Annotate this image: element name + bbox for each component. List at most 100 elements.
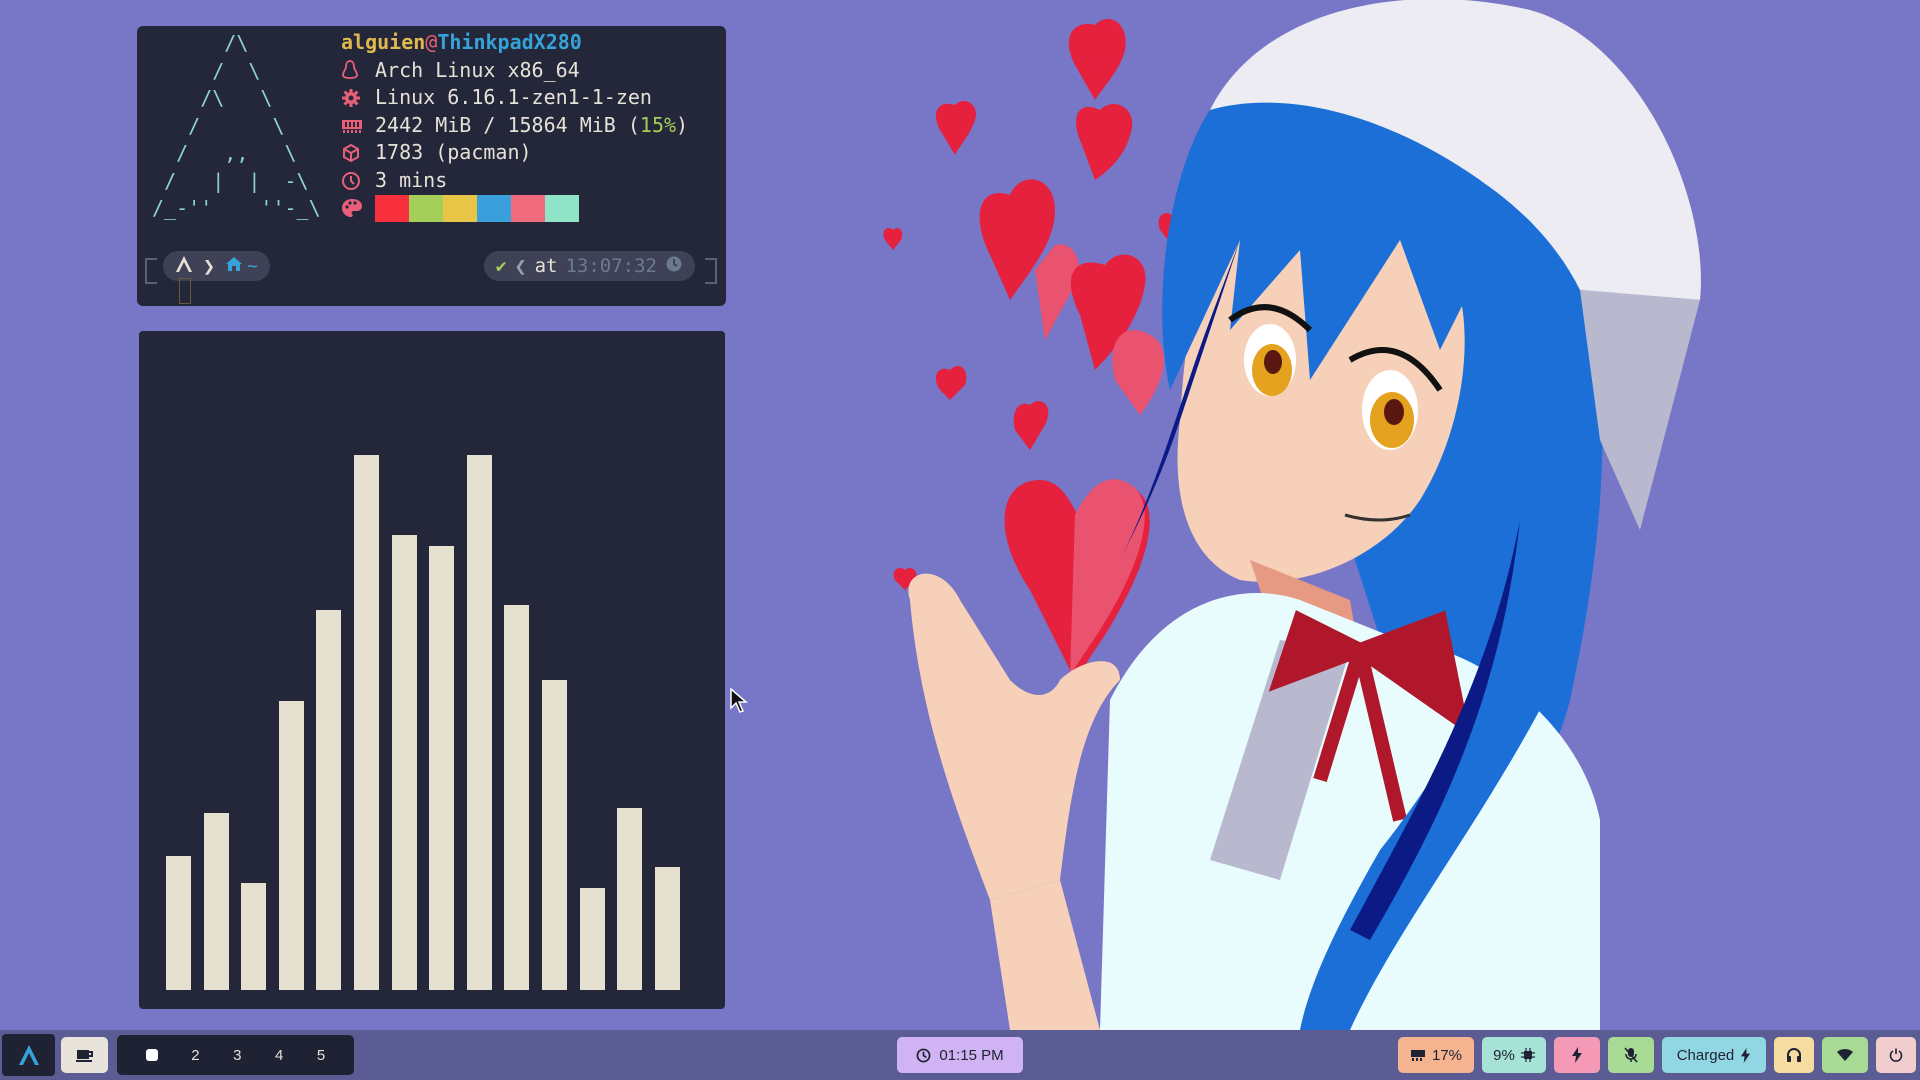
hostname: ThinkpadX280 [437, 30, 582, 54]
headphones-icon [1787, 1048, 1801, 1062]
visualizer-bar [654, 866, 680, 990]
visualizer-bar [241, 883, 267, 990]
palette-swatch [443, 194, 477, 222]
memory-module[interactable]: 17% [1398, 1037, 1474, 1073]
microphone-mute-button[interactable] [1608, 1037, 1654, 1073]
uptime-line: 3 mins [341, 167, 688, 195]
workspace-5[interactable]: 5 [317, 1047, 325, 1064]
clock-icon [341, 171, 375, 191]
visualizer-bar [579, 888, 605, 990]
clock-icon [665, 255, 683, 278]
gear-icon [341, 88, 375, 108]
visualizer-bar [617, 808, 643, 990]
visualizer-bar [542, 679, 567, 990]
fastfetch-terminal[interactable]: /\ / \ /\ \ / \ / ,, \ / | | -\ /_-'' ''… [137, 26, 726, 306]
prompt-at-label: at [534, 255, 558, 277]
home-icon [225, 256, 243, 277]
workspace-4[interactable]: 4 [275, 1047, 283, 1064]
mouse-pointer [730, 688, 748, 713]
memory-chip-icon [1410, 1050, 1425, 1061]
workspace-switcher: 2 3 4 5 [117, 1035, 354, 1075]
chevron-right-icon: ❯ [203, 254, 216, 278]
anime-girl-wallpaper [883, 0, 1701, 1030]
tux-icon [341, 60, 375, 80]
clock-module[interactable]: 01:15 PM [897, 1037, 1023, 1073]
audio-output-button[interactable] [1774, 1037, 1814, 1073]
user-host-line: alguien @ ThinkpadX280 [341, 29, 688, 57]
taskbar: 2 3 4 5 01:15 PM 17% 9% Charged [0, 1030, 1920, 1080]
palette-line [341, 194, 688, 223]
memory-percent: 17% [1431, 1046, 1463, 1064]
os-line: Arch Linux x86_64 [341, 57, 688, 85]
kernel-line: Linux 6.16.1-zen1-1-zen [341, 84, 688, 112]
memory-value: 2442 MiB / 15864 MiB ( [375, 112, 640, 137]
arch-icon [175, 255, 193, 278]
chevron-left-icon: ❮ [514, 254, 527, 278]
system-info: alguien @ ThinkpadX280 Arch Linux x86_64 L… [341, 29, 688, 222]
kernel-value: Linux 6.16.1-zen1-1-zen [375, 85, 652, 110]
visualizer-bar [391, 535, 417, 990]
uptime-value: 3 mins [375, 167, 448, 192]
prompt-time: 13:07:32 [565, 255, 657, 277]
username: alguien [341, 30, 426, 54]
visualizer-bar [429, 545, 455, 990]
workspace-3[interactable]: 3 [233, 1047, 241, 1064]
prompt-bracket-left [145, 258, 157, 284]
shell-prompt: ❯ ~ ✔ ❮ at 13:07:32 [145, 248, 717, 304]
wifi-button[interactable] [1822, 1037, 1868, 1073]
coffee-icon [75, 1050, 93, 1062]
palette-swatch [477, 194, 511, 222]
cpu-module[interactable]: 9% [1482, 1037, 1546, 1073]
charging-icon [1741, 1047, 1751, 1063]
palette-swatch [511, 194, 545, 222]
wifi-icon [1837, 1048, 1853, 1061]
packages-value: 1783 (pacman) [375, 140, 532, 165]
arch-launcher-button[interactable] [2, 1034, 55, 1076]
text-cursor [179, 278, 191, 304]
prompt-bracket-right [705, 258, 717, 284]
os-value: Arch Linux x86_64 [375, 57, 580, 82]
palette-swatch [375, 194, 409, 222]
visualizer-bar [203, 813, 229, 990]
visualizer-bar [504, 604, 530, 990]
visualizer-bar [354, 455, 379, 990]
visualizer-bar [466, 455, 492, 990]
prompt-cwd: ~ [247, 255, 258, 277]
visualizer-bar [316, 610, 342, 990]
visualizer-bar [278, 701, 304, 990]
cpu-icon [1520, 1048, 1535, 1062]
audio-visualizer-window[interactable] [139, 331, 725, 1009]
microphone-muted-icon [1624, 1047, 1638, 1063]
visualizer-bars [166, 430, 696, 990]
check-icon: ✔ [495, 255, 507, 277]
packages-line: 1783 (pacman) [341, 139, 688, 167]
prompt-status-segment: ✔ ❮ at 13:07:32 [483, 251, 695, 281]
power-profile-button[interactable] [1554, 1037, 1600, 1073]
at-sign: @ [425, 30, 438, 54]
palette-swatch [409, 194, 443, 222]
battery-module[interactable]: Charged [1662, 1037, 1766, 1073]
workspace-2[interactable]: 2 [191, 1047, 199, 1064]
visualizer-bar [166, 856, 191, 990]
cpu-percent: 9% [1493, 1046, 1515, 1064]
palette-icon [341, 198, 375, 218]
memory-close-paren: ) [676, 112, 689, 137]
clock-time: 01:15 PM [939, 1046, 1004, 1064]
palette-swatch [545, 194, 579, 222]
caffeine-toggle-button[interactable] [61, 1037, 108, 1073]
lightning-icon [1572, 1047, 1582, 1063]
workspace-1-active[interactable] [145, 1049, 158, 1061]
memory-chip-icon [341, 118, 375, 134]
memory-percent: 15% [639, 112, 677, 137]
arch-icon [18, 1045, 39, 1065]
prompt-path-segment: ❯ ~ [163, 251, 270, 281]
arch-ascii-logo: /\ / \ /\ \ / \ / ,, \ / | | -\ /_-'' ''… [152, 31, 321, 220]
color-palette [375, 194, 579, 222]
power-button[interactable] [1876, 1037, 1916, 1073]
status-modules: 17% 9% Charged [1398, 1037, 1916, 1073]
memory-line: 2442 MiB / 15864 MiB (15%) [341, 112, 688, 140]
clock-icon [916, 1048, 931, 1062]
battery-status: Charged [1676, 1046, 1735, 1064]
power-icon [1889, 1048, 1903, 1062]
package-icon [341, 143, 375, 163]
